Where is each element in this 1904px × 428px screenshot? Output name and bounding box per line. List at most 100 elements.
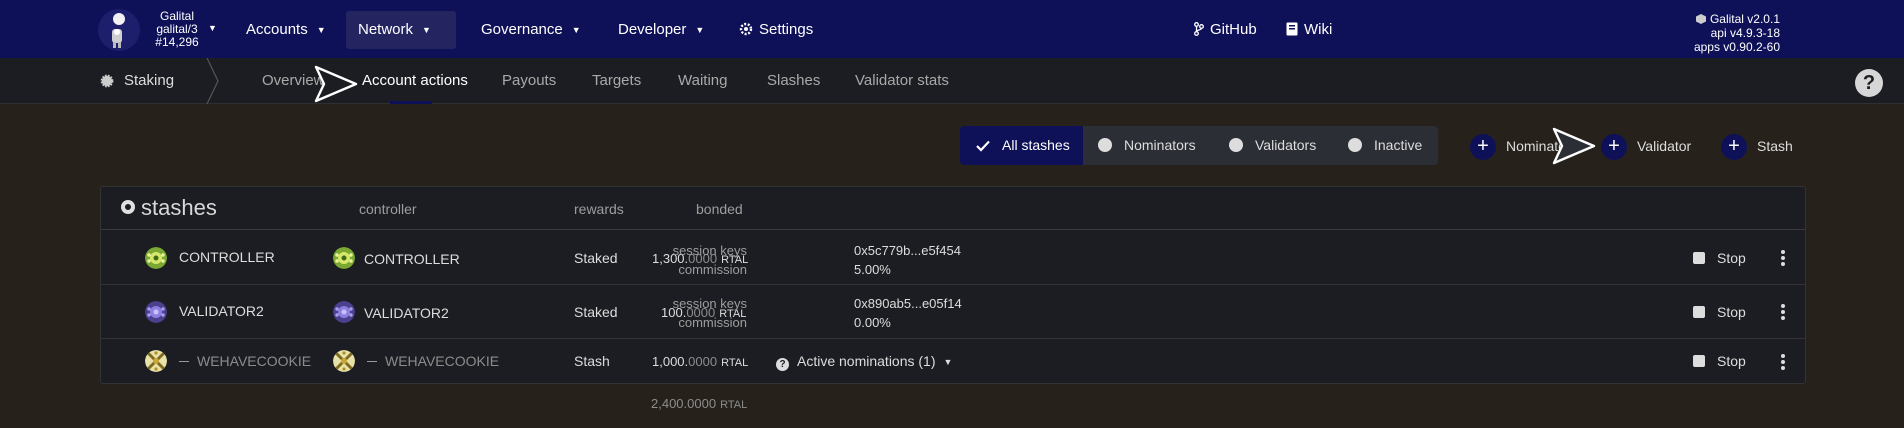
chain-info: Galital galital/3 #14,296 xyxy=(146,10,208,49)
session-keys-label: session keys xyxy=(672,243,747,258)
filter-all-stashes-label: All stashes xyxy=(1002,137,1070,153)
active-tab-indicator xyxy=(390,101,432,104)
gear-icon xyxy=(739,21,759,38)
chevron-down-icon: ▼ xyxy=(208,23,217,33)
api-version: api v4.9.3-18 xyxy=(1710,26,1780,40)
chevron-down-icon: ▼ xyxy=(422,25,431,35)
nav-accounts[interactable]: Accounts ▼ xyxy=(234,11,338,49)
active-nominations-toggle[interactable]: ? Active nominations (1) ▼ xyxy=(776,353,952,371)
tab-targets[interactable]: Targets xyxy=(592,58,641,104)
controller-account-name[interactable]: CONTROLLER xyxy=(364,251,460,267)
filter-inactive[interactable]: Inactive xyxy=(1348,126,1422,165)
plus-icon: + xyxy=(1470,134,1496,161)
stop-button[interactable]: Stop xyxy=(1693,304,1746,320)
nav-governance[interactable]: Governance ▼ xyxy=(469,11,593,49)
total-unit: RTAL xyxy=(720,399,748,411)
section-staking: Staking xyxy=(100,58,174,104)
controller-account-name[interactable]: WEHAVECOOKIE xyxy=(367,353,499,369)
add-validator-button[interactable]: + Validator xyxy=(1601,132,1692,161)
stash-account-name[interactable]: VALIDATOR2 xyxy=(179,303,264,319)
tab-validator-stats[interactable]: Validator stats xyxy=(855,58,949,104)
stop-button[interactable]: Stop xyxy=(1693,250,1746,266)
filter-nominators[interactable]: Nominators xyxy=(1098,126,1196,165)
rewards-destination: Staked xyxy=(574,250,618,266)
breadcrumb-separator xyxy=(206,58,219,104)
nav-network[interactable]: Network ▼ xyxy=(346,11,456,49)
stop-label: Stop xyxy=(1717,250,1746,266)
sub-navbar: Staking Overview Account actions Payouts… xyxy=(0,58,1904,104)
chain-logo-icon xyxy=(98,9,140,51)
commission-value: 5.00% xyxy=(854,262,891,277)
table-row: VALIDATOR2 VALIDATOR2 Staked 100.0000 RTA… xyxy=(101,285,1805,339)
table-row: CONTROLLER CONTROLLER Staked 1,300.0000 R… xyxy=(101,231,1805,285)
filter-validators[interactable]: Validators xyxy=(1229,126,1316,165)
nav-governance-label: Governance xyxy=(481,21,563,38)
wiki-link[interactable]: Wiki xyxy=(1274,11,1344,49)
nav-developer-label: Developer xyxy=(618,21,687,38)
chevron-down-icon: ▼ xyxy=(316,25,326,35)
table-row: WEHAVECOOKIE WEHAVECOOKIE Stash 1,000.00… xyxy=(101,339,1805,384)
nav-settings[interactable]: Settings xyxy=(727,11,825,49)
stop-icon xyxy=(1693,306,1705,318)
help-button[interactable]: ? xyxy=(1855,69,1883,97)
tab-waiting[interactable]: Waiting xyxy=(678,58,727,104)
tab-payouts[interactable]: Payouts xyxy=(502,58,556,104)
nav-network-label: Network xyxy=(358,21,414,38)
github-link[interactable]: GitHub xyxy=(1182,11,1269,49)
identicon-icon xyxy=(333,301,355,323)
more-options-icon[interactable] xyxy=(1778,249,1788,267)
node-version: Galital v2.0.1 xyxy=(1709,12,1780,26)
add-stash-label: Stash xyxy=(1757,138,1793,154)
more-options-icon[interactable] xyxy=(1778,303,1788,321)
tab-account-actions[interactable]: Account actions xyxy=(362,58,468,104)
chain-selector[interactable]: Galital galital/3 #14,296 ▼ xyxy=(98,8,218,52)
stashes-table: stashes controller rewards bonded CONTRO… xyxy=(100,186,1806,384)
stop-button[interactable]: Stop xyxy=(1693,353,1746,369)
identicon-icon xyxy=(145,247,167,269)
plus-icon: + xyxy=(1601,134,1627,161)
commission-label: commission xyxy=(678,315,747,330)
bonded-fraction: 0000 xyxy=(688,354,718,369)
total-integer: 2,400. xyxy=(651,396,688,411)
chevron-down-icon: ▼ xyxy=(943,357,953,367)
commission-label: commission xyxy=(678,262,747,277)
cube-icon xyxy=(1695,12,1710,26)
question-icon: ? xyxy=(776,358,789,371)
controller-account-name[interactable]: VALIDATOR2 xyxy=(364,305,449,321)
session-keys-value: 0x890ab5...e05f14 xyxy=(854,296,962,311)
add-validator-label: Validator xyxy=(1637,138,1692,154)
stash-account-name[interactable]: WEHAVECOOKIE xyxy=(179,353,311,369)
stop-icon xyxy=(1693,355,1705,367)
active-nominations-label: Active nominations (1) xyxy=(797,353,936,369)
nav-developer[interactable]: Developer ▼ xyxy=(606,11,716,49)
top-navbar: Galital galital/3 #14,296 ▼ Accounts ▼ Ne… xyxy=(0,0,1904,58)
filter-all-stashes[interactable]: All stashes xyxy=(960,126,1083,165)
total-bonded: 2,400.0000 RTAL xyxy=(651,396,747,411)
stash-account-name[interactable]: CONTROLLER xyxy=(179,249,275,265)
more-options-icon[interactable] xyxy=(1778,353,1788,371)
commission-value: 0.00% xyxy=(854,315,891,330)
block-number: #14,296 xyxy=(155,35,199,49)
add-stash-button[interactable]: + Stash xyxy=(1721,132,1793,161)
controller-account-label: WEHAVECOOKIE xyxy=(385,353,500,369)
minus-icon xyxy=(179,361,189,362)
checkmark-icon xyxy=(976,137,1002,153)
stash-account-label: WEHAVECOOKIE xyxy=(197,353,312,369)
identicon-icon xyxy=(333,350,355,372)
bonded-integer: 1,000. xyxy=(652,354,689,369)
filter-inactive-label: Inactive xyxy=(1374,137,1423,153)
nav-accounts-label: Accounts xyxy=(246,21,308,38)
rewards-destination: Stash xyxy=(574,353,610,369)
rewards-header: rewards xyxy=(574,201,624,217)
tab-slashes[interactable]: Slashes xyxy=(767,58,820,104)
node-version-row: Galital v2.0.1 xyxy=(1680,12,1780,26)
radio-icon xyxy=(121,200,135,214)
stash-filter-group: All stashes Nominators Validators Inacti… xyxy=(960,126,1438,165)
total-fraction: 0000 xyxy=(687,396,717,411)
stop-icon xyxy=(1693,252,1705,264)
bonded-header: bonded xyxy=(696,201,743,217)
radio-icon xyxy=(1348,138,1362,152)
stop-label: Stop xyxy=(1717,304,1746,320)
version-info: Galital v2.0.1 api v4.9.3-18 apps v0.90.… xyxy=(1680,12,1780,54)
pointer-cursor-icon xyxy=(1552,127,1596,165)
